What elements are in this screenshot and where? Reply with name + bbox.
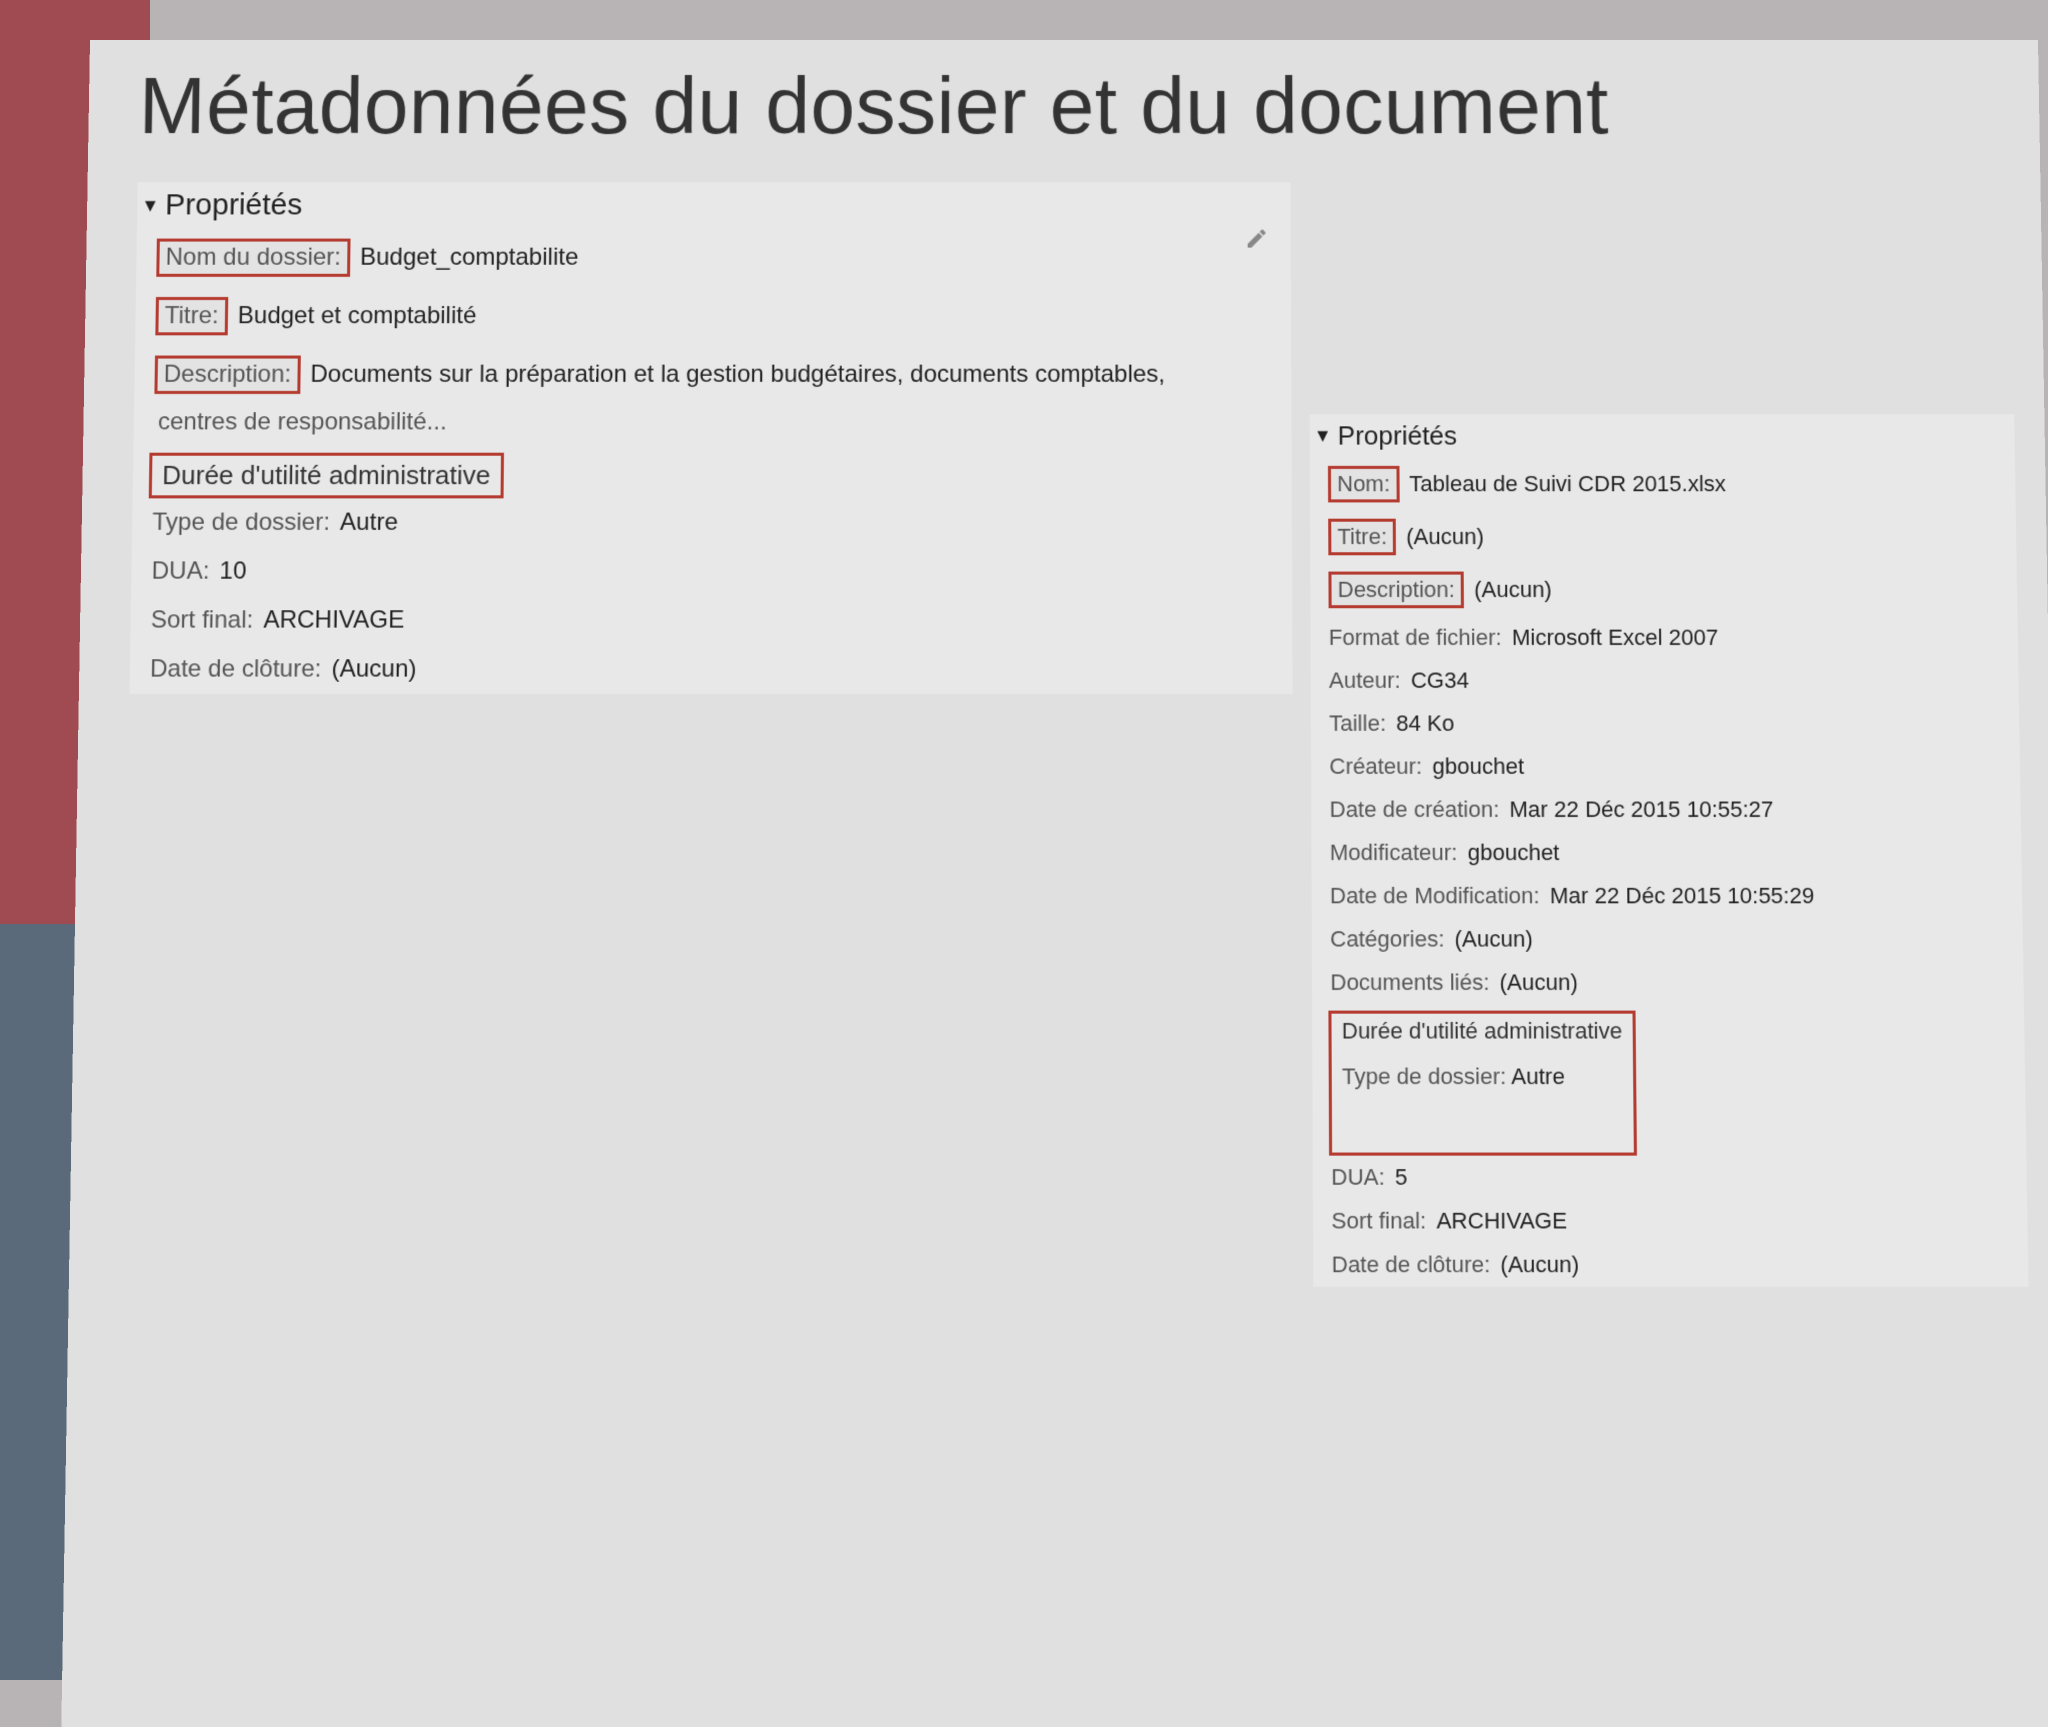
doc-sortfinal-row: Sort final: ARCHIVAGE bbox=[1313, 1199, 2028, 1243]
value-doc-createdate: Mar 22 Déc 2015 10:55:27 bbox=[1509, 796, 1773, 823]
doc-description-row: Description: (Aucun) bbox=[1310, 563, 2017, 616]
collapse-triangle-icon: ▼ bbox=[141, 195, 159, 216]
label-doc-sortfinal: Sort final: bbox=[1331, 1208, 1426, 1235]
doc-closedate-row: Date de clôture: (Aucun) bbox=[1313, 1243, 2028, 1287]
doc-creator-row: Créateur: gbouchet bbox=[1311, 745, 2020, 788]
value-doc-creator: gbouchet bbox=[1432, 753, 1524, 780]
label-doc-creator: Créateur: bbox=[1329, 753, 1422, 780]
doc-size-row: Taille: 84 Ko bbox=[1311, 702, 2020, 745]
label-doc-description: Description: bbox=[1328, 572, 1464, 609]
value-folder-dua: 10 bbox=[219, 557, 246, 586]
label-folder-title: Titre: bbox=[155, 297, 228, 335]
value-doc-modifier: gbouchet bbox=[1468, 840, 1560, 867]
value-doc-name: Tableau de Suivi CDR 2015.xlsx bbox=[1409, 471, 1726, 497]
value-folder-description-line2: centres de responsabilité... bbox=[154, 408, 447, 436]
properties-heading: Propriétés bbox=[165, 188, 303, 222]
doc-dua-section-heading: Durée d'utilité administrative bbox=[1342, 1018, 1623, 1045]
label-doc-createdate: Date de création: bbox=[1329, 796, 1499, 823]
value-doc-linkeddocs: (Aucun) bbox=[1499, 969, 1578, 996]
label-folder-sortfinal: Sort final: bbox=[151, 606, 254, 635]
doc-fileformat-row: Format de fichier: Microsoft Excel 2007 bbox=[1310, 616, 2018, 659]
value-doc-modifydate: Mar 22 Déc 2015 10:55:29 bbox=[1550, 883, 1815, 910]
label-doc-title: Titre: bbox=[1328, 519, 1396, 556]
folder-name-row: Nom du dossier: Budget_comptabilite bbox=[136, 229, 1291, 287]
folder-type-row: Type de dossier: Autre bbox=[132, 498, 1292, 547]
label-doc-modifier: Modificateur: bbox=[1330, 840, 1458, 867]
label-doc-fileformat: Format de fichier: bbox=[1329, 625, 1502, 652]
folder-title-row: Titre: Budget et comptabilité bbox=[135, 287, 1291, 346]
edit-icon[interactable] bbox=[1245, 226, 1269, 257]
folder-properties-panel: ▼ Propriétés Nom du dossier: Budget_comp… bbox=[129, 182, 1292, 694]
folder-dua-section-heading: Durée d'utilité administrative bbox=[149, 453, 504, 499]
folder-closedate-row: Date de clôture: (Aucun) bbox=[129, 645, 1292, 694]
properties-heading: Propriétés bbox=[1338, 420, 1458, 451]
label-doc-closedate: Date de clôture: bbox=[1332, 1251, 1491, 1278]
label-doc-author: Auteur: bbox=[1329, 667, 1401, 694]
value-folder-closedate: (Aucun) bbox=[331, 655, 416, 684]
doc-createdate-row: Date de création: Mar 22 Déc 2015 10:55:… bbox=[1311, 788, 2021, 831]
doc-title-row: Titre: (Aucun) bbox=[1310, 511, 2017, 564]
value-doc-size: 84 Ko bbox=[1396, 710, 1454, 737]
label-doc-categories: Catégories: bbox=[1330, 926, 1444, 953]
label-doc-dua: DUA: bbox=[1331, 1164, 1385, 1191]
value-folder-type: Autre bbox=[340, 509, 398, 537]
folder-description-row: Description: Documents sur la préparatio… bbox=[133, 345, 1291, 446]
value-folder-title: Budget et comptabilité bbox=[238, 302, 477, 330]
doc-modifydate-row: Date de Modification: Mar 22 Déc 2015 10… bbox=[1312, 874, 2023, 917]
doc-linkeddocs-row: Documents liés: (Aucun) bbox=[1312, 961, 2024, 1004]
value-doc-author: CG34 bbox=[1411, 667, 1469, 694]
panels-container: ▼ Propriétés Nom du dossier: Budget_comp… bbox=[61, 182, 2048, 1719]
value-doc-sortfinal: ARCHIVAGE bbox=[1436, 1208, 1567, 1235]
folder-dua-row: DUA: 10 bbox=[131, 547, 1292, 596]
collapse-triangle-icon: ▼ bbox=[1314, 425, 1332, 446]
doc-name-row: Nom: Tableau de Suivi CDR 2015.xlsx bbox=[1310, 458, 2016, 511]
label-folder-closedate: Date de clôture: bbox=[150, 655, 322, 684]
label-doc-foldertype: Type de dossier: bbox=[1342, 1063, 1507, 1089]
value-doc-dua: 5 bbox=[1395, 1164, 1408, 1191]
value-doc-description: (Aucun) bbox=[1474, 577, 1552, 603]
doc-dua-row: DUA: 5 bbox=[1313, 1156, 2027, 1200]
value-doc-fileformat: Microsoft Excel 2007 bbox=[1512, 625, 1719, 652]
doc-categories-row: Catégories: (Aucun) bbox=[1312, 918, 2023, 961]
label-doc-linkeddocs: Documents liés: bbox=[1330, 969, 1489, 996]
label-folder-name: Nom du dossier: bbox=[156, 239, 350, 277]
doc-modifier-row: Modificateur: gbouchet bbox=[1311, 831, 2021, 874]
value-doc-categories: (Aucun) bbox=[1454, 926, 1532, 953]
slide: Métadonnées du dossier et du document ▼ … bbox=[61, 40, 2048, 1727]
document-properties-panel: ▼ Propriétés Nom: Tableau de Suivi CDR 2… bbox=[1310, 414, 2029, 1287]
label-folder-dua: DUA: bbox=[151, 557, 209, 586]
label-doc-size: Taille: bbox=[1329, 710, 1386, 737]
label-doc-name: Nom: bbox=[1328, 466, 1399, 503]
value-folder-sortfinal: ARCHIVAGE bbox=[263, 606, 404, 635]
value-folder-name: Budget_comptabilite bbox=[360, 244, 579, 272]
label-doc-modifydate: Date de Modification: bbox=[1330, 883, 1540, 910]
doc-dua-section: Durée d'utilité administrative Type de d… bbox=[1328, 1011, 1636, 1156]
label-folder-type: Type de dossier: bbox=[152, 509, 330, 537]
document-properties-header[interactable]: ▼ Propriétés bbox=[1310, 414, 2015, 458]
value-doc-title: (Aucun) bbox=[1406, 524, 1484, 550]
slide-title: Métadonnées du dossier et du document bbox=[138, 60, 2040, 152]
value-doc-closedate: (Aucun) bbox=[1500, 1251, 1579, 1278]
label-folder-description: Description: bbox=[154, 356, 300, 394]
value-doc-foldertype: Autre bbox=[1511, 1063, 1565, 1089]
value-folder-description-line1: Documents sur la préparation et la gesti… bbox=[310, 361, 1165, 389]
doc-author-row: Auteur: CG34 bbox=[1311, 659, 2019, 702]
folder-properties-header[interactable]: ▼ Propriétés bbox=[137, 182, 1291, 228]
folder-sortfinal-row: Sort final: ARCHIVAGE bbox=[130, 596, 1292, 645]
